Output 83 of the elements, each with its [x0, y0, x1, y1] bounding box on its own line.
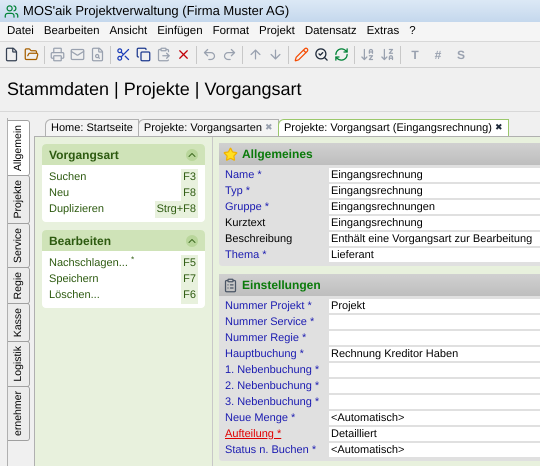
- section-title: Einstellungen: [242, 277, 321, 294]
- menu-item[interactable]: Datei: [2, 22, 39, 40]
- menu-item[interactable]: Datensatz: [300, 22, 362, 40]
- menu-item[interactable]: Bearbeiten: [38, 22, 104, 40]
- side-tab[interactable]: Allgemein: [8, 120, 30, 176]
- input-field[interactable]: Detailliert: [329, 427, 540, 441]
- section-title: Allgemeines: [242, 146, 313, 163]
- input-field[interactable]: Projekt: [329, 299, 540, 313]
- menu-item[interactable]: Projekt: [254, 22, 300, 40]
- task-link[interactable]: Duplizieren: [49, 201, 104, 218]
- field-label: Nummer Regie *: [224, 330, 308, 346]
- shortcut-label: F6: [181, 287, 198, 304]
- input-field[interactable]: Eingangsrechnung: [329, 184, 540, 198]
- menu-item[interactable]: Extras: [362, 22, 404, 40]
- scissors-icon[interactable]: [116, 47, 131, 62]
- menu-item[interactable]: Format: [208, 22, 254, 40]
- input-field[interactable]: Lieferant: [329, 248, 540, 262]
- side-tab[interactable]: Regie: [8, 266, 30, 304]
- input-field[interactable]: [329, 395, 540, 409]
- close-icon[interactable]: ✖: [494, 121, 503, 135]
- task-link[interactable]: Speichern: [49, 271, 99, 288]
- input-field[interactable]: Eingangsrechnung: [329, 168, 540, 182]
- input-field[interactable]: <Automatisch>: [329, 443, 540, 457]
- copy-icon[interactable]: [136, 47, 151, 62]
- menu-item[interactable]: Einfügen: [152, 22, 208, 40]
- field-label: 2. Nebenbuchung *: [224, 378, 320, 394]
- field-label: Typ *: [224, 184, 252, 199]
- field-label: Nummer Projekt *: [224, 298, 313, 314]
- shortcut-label: F7: [181, 271, 198, 288]
- refresh-icon[interactable]: [334, 47, 349, 62]
- menu-item[interactable]: Ansicht: [104, 22, 152, 40]
- field-label: Kurztext: [224, 216, 266, 231]
- shortcut-label: F3: [181, 169, 198, 186]
- new-file-icon[interactable]: [4, 47, 19, 62]
- side-tab[interactable]: Logistik: [8, 341, 30, 387]
- input-field[interactable]: Rechnung Kreditor Haben: [329, 347, 540, 361]
- input-field[interactable]: [329, 331, 540, 345]
- field-label: 3. Nebenbuchung *: [224, 394, 320, 410]
- side-tab[interactable]: Projekte: [8, 175, 30, 224]
- input-field[interactable]: Eingangsrechnungen: [329, 200, 540, 214]
- field-label: Thema *: [224, 248, 268, 263]
- field-label: 1. Nebenbuchung *: [224, 362, 320, 378]
- shortcut-label: F8: [181, 185, 198, 202]
- document-tab[interactable]: Projekte: Vorgangsart (Eingangsrechnung) ✖: [278, 119, 509, 136]
- collapse-icon[interactable]: [186, 234, 198, 246]
- field-label: Name *: [224, 168, 263, 183]
- panel-title: Bearbeiten: [49, 232, 112, 250]
- app-icon: [4, 4, 19, 18]
- search-icon[interactable]: [314, 47, 329, 62]
- clipboard-icon: [223, 278, 238, 292]
- field-label: Hauptbuchung *: [224, 346, 305, 362]
- input-field[interactable]: [329, 363, 540, 377]
- field-label: Neue Menge *: [224, 410, 296, 426]
- field-label: Nummer Service *: [224, 314, 316, 330]
- input-field[interactable]: [329, 315, 540, 329]
- input-field[interactable]: Eingangsrechnung: [329, 216, 540, 230]
- input-field[interactable]: [329, 379, 540, 393]
- delete-icon[interactable]: [176, 47, 191, 62]
- panel-title: Vorgangsart: [49, 146, 119, 164]
- task-link[interactable]: Löschen...: [49, 287, 100, 304]
- field-label: Status n. Buchen *: [224, 442, 318, 458]
- field-label: Gruppe *: [224, 200, 270, 215]
- task-link[interactable]: Nachschlagen... $^{*}$: [49, 255, 134, 272]
- side-tab[interactable]: Service: [8, 222, 30, 268]
- page-heading: Stammdaten | Projekte | Vorgangsart: [7, 78, 302, 101]
- task-link[interactable]: Suchen: [49, 169, 86, 186]
- shortcut-label: Strg+F8: [154, 201, 198, 218]
- side-tab[interactable]: ernehmer: [8, 386, 30, 441]
- collapse-icon[interactable]: [186, 148, 198, 160]
- pencil-icon[interactable]: [294, 47, 309, 62]
- menu-item[interactable]: ?: [404, 22, 421, 40]
- folder-icon[interactable]: [24, 47, 39, 62]
- side-tab[interactable]: Kasse: [8, 303, 30, 342]
- star-icon: [223, 146, 238, 162]
- task-link[interactable]: Neu: [49, 185, 70, 202]
- shortcut-label: F5: [181, 255, 198, 272]
- input-field[interactable]: Enthält eine Vorgangsart zur Bearbeitung: [329, 232, 540, 246]
- document-tab[interactable]: Home: Startseite: [45, 119, 139, 136]
- document-tab[interactable]: Projekte: Vorgangsarten ✖: [138, 119, 279, 136]
- window-title: MOS'aik Projektverwaltung (Firma Muster AG): [23, 2, 290, 20]
- field-label: Beschreibung: [224, 232, 294, 247]
- input-field[interactable]: <Automatisch>: [329, 411, 540, 425]
- field-label: Aufteilung *: [224, 426, 282, 442]
